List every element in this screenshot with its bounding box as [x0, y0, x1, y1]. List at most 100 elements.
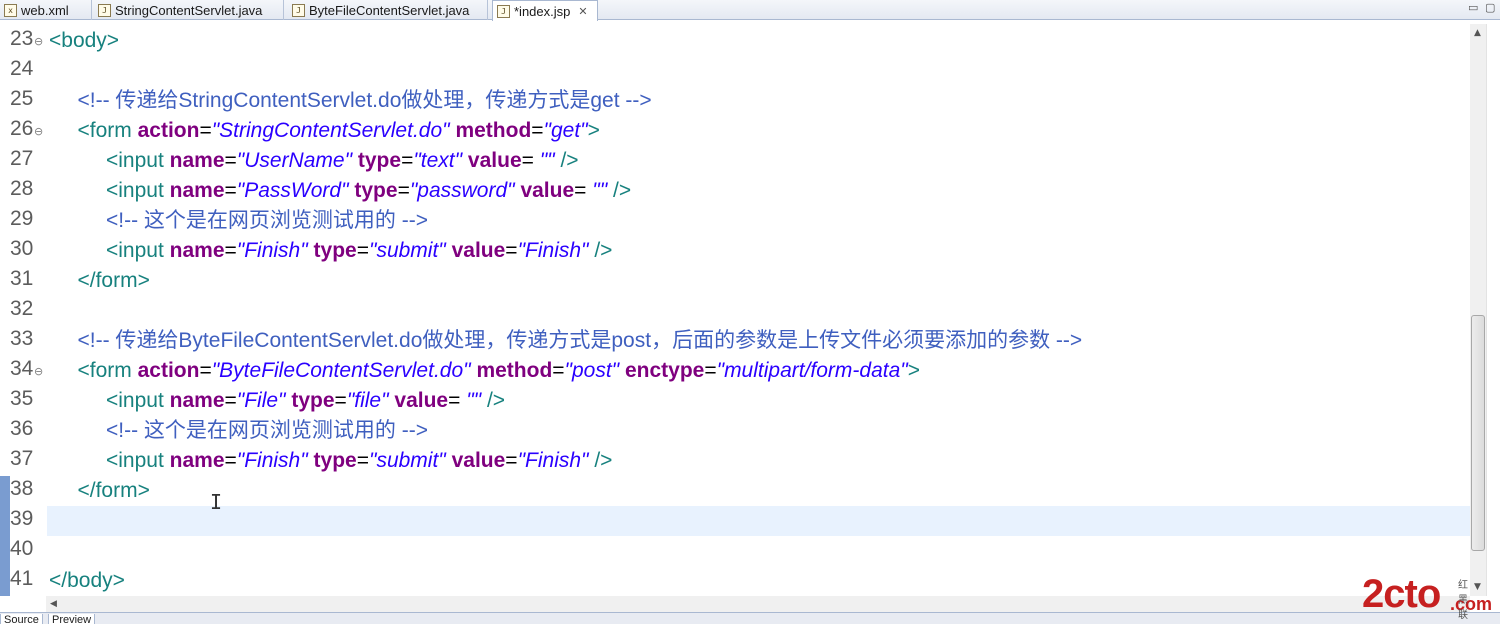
code-token: />	[594, 239, 613, 262]
code-line[interactable]: 41 </body>	[0, 566, 1470, 596]
java-file-icon: J	[98, 3, 111, 17]
tab-label: ByteFileContentServlet.java	[309, 2, 470, 18]
code-line[interactable]: 24	[0, 56, 1470, 86]
code-token: value	[520, 179, 575, 202]
code-token: "ByteFileContentServlet.do"	[211, 359, 477, 382]
code-token: =	[224, 389, 237, 412]
code-token: "Finish"	[517, 449, 595, 472]
code-line[interactable]: 33 <!-- 传递给ByteFileContentServlet.do做处理，传…	[0, 326, 1470, 356]
watermark-domain: .com	[1450, 594, 1493, 614]
vertical-scroll-thumb[interactable]	[1471, 315, 1485, 551]
code-token: =	[521, 149, 534, 172]
line-number: 38	[10, 477, 34, 500]
code-text: <input name="Finish" type="submit" value…	[106, 237, 612, 265]
code-token: <form	[77, 119, 138, 142]
code-line[interactable]: 25 <!-- 传递给StringContentServlet.do做处理，传递方…	[0, 86, 1470, 116]
code-token: =	[448, 389, 461, 412]
code-token: />	[594, 449, 613, 472]
code-token: ""	[586, 179, 613, 202]
code-token: <body>	[49, 29, 120, 52]
code-line[interactable]: 29 <!-- 这个是在网页浏览测试用的 -->	[0, 206, 1470, 236]
editor-mode-tabs: Source Preview	[0, 612, 1500, 624]
tab-byte-file-content-servlet[interactable]: J ByteFileContentServlet.java	[288, 0, 488, 20]
editor-tab-bar: x web.xml J StringContentServlet.java J …	[0, 0, 1500, 21]
code-token: action	[137, 359, 200, 382]
code-line[interactable]: 34 ⊖ <form action="ByteFileContentServlet.…	[0, 356, 1470, 386]
code-text: <input name="Finish" type="submit" value…	[106, 447, 612, 475]
line-number: 31	[10, 267, 34, 290]
code-token: =	[224, 449, 237, 472]
code-line[interactable]: 35 <input name="File" type="file" value= …	[0, 386, 1470, 416]
scroll-down-icon[interactable]: ▼	[1474, 582, 1481, 592]
watermark-logo: 2cto .com 红黑联盟	[1362, 572, 1492, 621]
code-token: =	[401, 149, 414, 172]
change-marker	[0, 566, 10, 596]
code-token: enctype	[624, 359, 705, 382]
code-line[interactable]: 31 </form>	[0, 266, 1470, 296]
code-token: "post"	[564, 359, 625, 382]
code-token: type	[313, 239, 357, 262]
code-text: </form>	[78, 267, 150, 295]
code-token: name	[169, 239, 225, 262]
line-number: 32	[10, 297, 34, 320]
java-file-icon: J	[292, 3, 305, 17]
code-token: =	[505, 239, 518, 262]
maximize-icon[interactable]: ▢	[1485, 1, 1495, 14]
scroll-left-icon[interactable]: ◀	[50, 599, 57, 609]
code-token: value	[451, 449, 506, 472]
horizontal-scrollbar[interactable]: ◀	[46, 596, 1470, 612]
code-line[interactable]: 40	[0, 536, 1470, 566]
code-token: "get"	[543, 119, 588, 142]
code-text: </form>	[78, 477, 150, 505]
code-line[interactable]: 32	[0, 296, 1470, 326]
code-line[interactable]: 27 <input name="UserName" type="text" val…	[0, 146, 1470, 176]
code-token: <input	[106, 149, 170, 172]
code-token: "Finish"	[236, 449, 314, 472]
code-text: <!-- 传递给StringContentServlet.do做处理，传递方式是…	[78, 87, 652, 115]
code-token: >	[587, 119, 600, 142]
code-token: "File"	[236, 389, 292, 412]
fold-toggle-icon[interactable]: ⊖	[34, 125, 43, 138]
text-cursor-icon: I	[210, 490, 223, 514]
fold-toggle-icon[interactable]: ⊖	[34, 35, 43, 48]
line-number: 40	[10, 537, 34, 560]
scroll-up-icon[interactable]: ▲	[1474, 28, 1481, 38]
code-token: "multipart/form-data"	[716, 359, 908, 382]
code-line[interactable]: 37 <input name="Finish" type="submit" val…	[0, 446, 1470, 476]
close-icon[interactable]: ✕	[578, 5, 587, 18]
code-token: name	[169, 389, 225, 412]
code-line[interactable]: 30 <input name="Finish" type="submit" val…	[0, 236, 1470, 266]
tab-preview[interactable]: Preview	[48, 614, 96, 624]
line-number: 30	[10, 237, 34, 260]
code-text: <!-- 这个是在网页浏览测试用的 -->	[106, 417, 428, 445]
code-token: "PassWord"	[236, 179, 355, 202]
code-line[interactable]: 26 ⊖ <form action="StringContentServlet.do…	[0, 116, 1470, 146]
code-line[interactable]: 23 ⊖ <body>	[0, 26, 1470, 56]
code-text: <input name="File" type="file" value= ""…	[106, 387, 505, 415]
code-token: "file"	[346, 389, 395, 412]
code-token: =	[199, 359, 212, 382]
code-line[interactable]: 36 <!-- 这个是在网页浏览测试用的 -->	[0, 416, 1470, 446]
code-token: type	[291, 389, 335, 412]
code-token: =	[505, 449, 518, 472]
tab-web-xml[interactable]: x web.xml	[0, 0, 92, 20]
code-token: type	[357, 149, 402, 172]
tab-string-content-servlet[interactable]: J StringContentServlet.java	[94, 0, 284, 20]
minimize-icon[interactable]: ▭	[1468, 1, 1478, 14]
tab-source[interactable]: Source	[0, 614, 43, 624]
line-number: 25	[10, 87, 34, 110]
code-line[interactable]: 28 <input name="PassWord" type="password"…	[0, 176, 1470, 206]
code-token: =	[704, 359, 717, 382]
code-token: <!-- 传递给ByteFileContentServlet.do做处理，传递方…	[77, 329, 1083, 352]
fold-toggle-icon[interactable]: ⊖	[34, 365, 43, 378]
code-token: "password"	[409, 179, 521, 202]
code-token: "Finish"	[517, 239, 595, 262]
tab-index-jsp[interactable]: J *index.jsp ✕	[492, 0, 598, 21]
code-token: </body>	[49, 569, 125, 592]
tab-label: StringContentServlet.java	[115, 2, 263, 18]
code-token: =	[574, 179, 587, 202]
code-token: =	[224, 239, 237, 262]
code-token: =	[224, 149, 237, 172]
code-token: <input	[106, 449, 170, 472]
code-token: <input	[106, 389, 170, 412]
